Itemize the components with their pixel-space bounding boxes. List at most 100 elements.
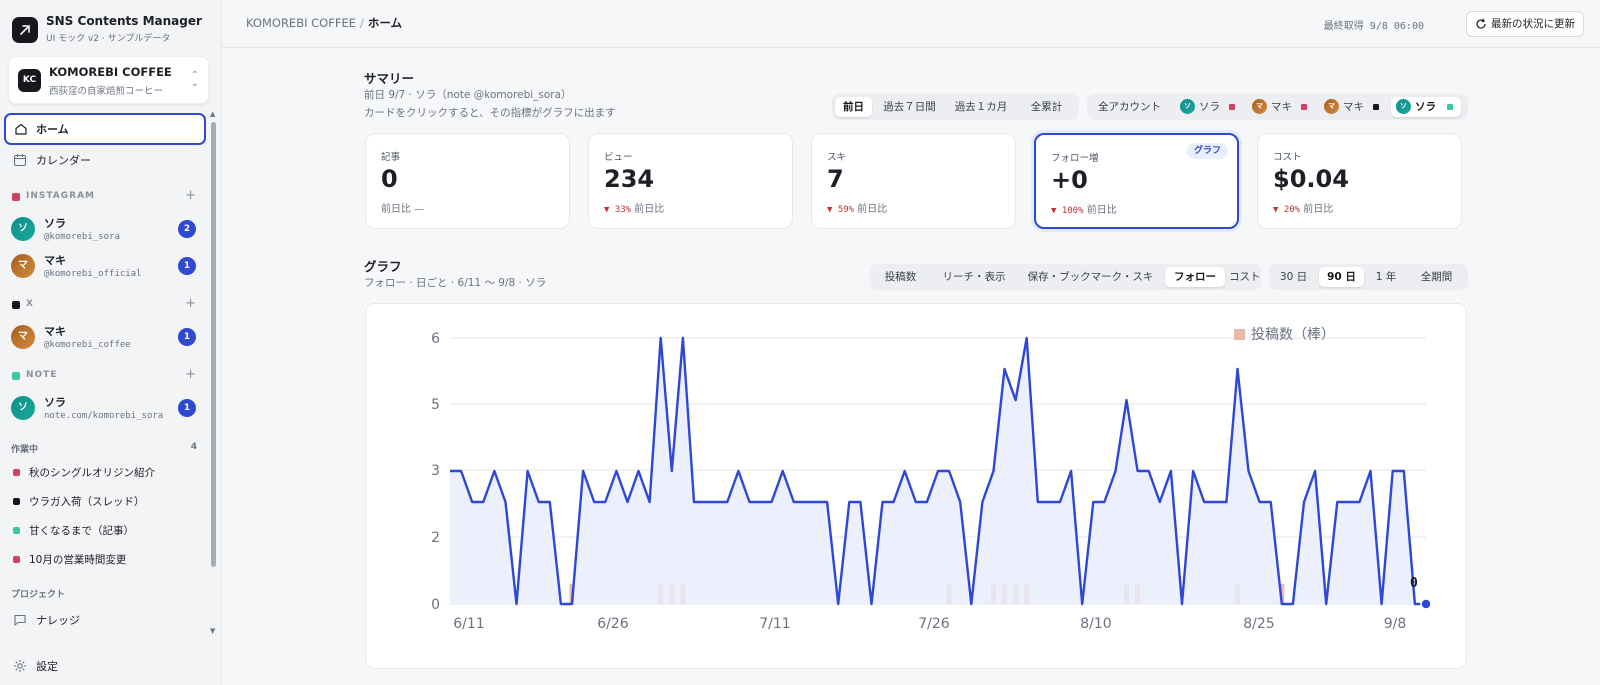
account-row-name: マキ <box>44 325 66 338</box>
account-row-name: ソラ <box>44 217 66 230</box>
metric-label: コスト <box>1273 152 1302 163</box>
task-color-square <box>13 498 20 505</box>
metric-reach-button[interactable]: リーチ・表示 <box>932 267 1016 287</box>
period-1month-button[interactable]: 過去１カ月 <box>947 97 1015 117</box>
graph-subtitle: フォロー · 日ごと · 6/11 〜 9/8 · ソラ <box>364 277 547 289</box>
calendar-icon <box>13 154 27 167</box>
nav-home[interactable]: ホーム <box>4 113 206 145</box>
in-progress-label: 作業中 <box>11 445 39 455</box>
breadcrumb-company[interactable]: KOMOREBI COFFEE <box>246 16 356 30</box>
breadcrumb: KOMOREBI COFFEE / ホーム <box>246 15 402 31</box>
range-30d-button[interactable]: 30 日 <box>1272 267 1315 287</box>
section-x-label: X <box>26 299 34 309</box>
metric-cost-button[interactable]: コスト <box>1229 267 1261 287</box>
filter-account-name: ソラ <box>1199 101 1220 113</box>
metric-card-follows[interactable]: グラフ フォロー増 +0 ▼ 100% 前日比 <box>1034 133 1239 229</box>
account-row-handle: @komorebi_coffee <box>44 340 131 350</box>
avatar: マ <box>1324 99 1339 114</box>
nav-calendar[interactable]: カレンダー <box>4 145 206 177</box>
range-90d-button[interactable]: 90 日 <box>1319 267 1364 287</box>
sidebar-account-sora-note[interactable]: ソ ソラ note.com/komorebi_sora 1 <box>10 392 196 426</box>
chat-bubble-icon <box>14 614 26 626</box>
sidebar-account-maki-instagram[interactable]: マ マキ @komorebi_official 1 <box>10 250 196 284</box>
y-tick-label: 0 <box>431 597 440 613</box>
metric-delta-text: 前日比 — <box>381 204 425 215</box>
metric-card-likes[interactable]: スキ 7 ▼ 59% 前日比 <box>811 133 1016 229</box>
filter-account-sora-instagram[interactable]: ソ ソラ <box>1175 97 1241 117</box>
breadcrumb-separator: / <box>359 16 364 30</box>
app-logo-arrow-icon <box>12 17 38 43</box>
range-selector: 30 日 90 日 1 年 全期間 <box>1269 264 1468 290</box>
metric-delta: ▼ 20% 前日比 <box>1273 200 1333 215</box>
account-switcher[interactable]: KC KOMOREBI COFFEE 西荻窪の自家焙煎コーヒー ⌃ ⌄ <box>8 56 209 104</box>
scroll-down-arrow-icon[interactable]: ▼ <box>210 627 215 635</box>
metric-saves-button[interactable]: 保存・ブックマーク・スキ <box>1020 267 1161 287</box>
task-item[interactable]: 甘くなるまで（記事） <box>13 522 197 540</box>
account-row-name: マキ <box>44 254 66 267</box>
count-badge: 2 <box>178 220 196 238</box>
x-tick-label: 9/8 <box>1384 616 1407 632</box>
metric-card-views[interactable]: ビュー 234 ▼ 33% 前日比 <box>588 133 793 229</box>
add-x-account-icon[interactable]: + <box>185 296 196 311</box>
avatar: ソ <box>11 396 35 420</box>
range-1y-button[interactable]: 1 年 <box>1368 267 1404 287</box>
y-tick-label: 2 <box>431 530 440 546</box>
filter-all-accounts-button[interactable]: 全アカウント <box>1090 97 1169 117</box>
scrollbar-thumb[interactable] <box>211 122 216 567</box>
account-row-name: ソラ <box>44 396 66 409</box>
add-instagram-account-icon[interactable]: + <box>185 188 196 203</box>
nav-home-label: ホーム <box>36 123 69 136</box>
task-item[interactable]: 秋のシングルオリジン紹介 <box>13 464 197 482</box>
nav-settings[interactable]: 設定 <box>4 651 206 683</box>
last-value-label: 0 <box>1410 576 1418 591</box>
chevron-up-down-icon: ⌃ ⌄ <box>190 70 199 89</box>
sidebar-scrollbar[interactable]: ▲ ▼ <box>210 110 218 635</box>
y-tick-label: 3 <box>431 463 440 479</box>
metric-card-cost[interactable]: コスト $0.04 ▼ 20% 前日比 <box>1257 133 1462 229</box>
filter-account-maki-instagram[interactable]: マ マキ <box>1247 97 1313 117</box>
task-color-square <box>13 556 20 563</box>
y-tick-label: 5 <box>431 397 440 413</box>
metric-value: $0.04 <box>1273 165 1349 193</box>
app-brand: SNS Contents Manager UI モック v2 · サンプルデータ <box>12 14 212 46</box>
task-item[interactable]: 10月の営業時間変更 <box>13 551 197 569</box>
metric-value: +0 <box>1051 166 1088 194</box>
last-point-marker <box>1420 598 1432 610</box>
follow-chart-panel: 0 2 3 5 6 6/11 6/26 7/11 7/26 8/10 8/25 9/8 0 投稿数（棒） <box>365 303 1467 669</box>
refresh-icon <box>1476 18 1486 29</box>
nav-knowledge[interactable]: ナレッジ <box>4 605 206 637</box>
refresh-button[interactable]: 最新の状況に更新 <box>1466 11 1584 37</box>
avatar: マ <box>11 254 35 278</box>
section-note: NOTE + <box>12 367 196 383</box>
x-color-square <box>12 301 20 309</box>
metric-label: フォロー増 <box>1051 153 1099 164</box>
metric-posts-button[interactable]: 投稿数 <box>873 267 928 287</box>
task-item[interactable]: ウラガ入荷（スレッド） <box>13 493 197 511</box>
sidebar-account-maki-x[interactable]: マ マキ @komorebi_coffee 1 <box>10 321 196 355</box>
scroll-up-arrow-icon[interactable]: ▲ <box>210 110 215 118</box>
metric-label: 記事 <box>381 152 401 163</box>
graph-tag-badge: グラフ <box>1186 143 1228 159</box>
projects-heading: プロジェクト <box>11 590 66 600</box>
sidebar-account-sora-instagram[interactable]: ソ ソラ @komorebi_sora 2 <box>10 213 196 247</box>
period-7days-button[interactable]: 過去７日間 <box>876 97 943 117</box>
section-instagram-label: INSTAGRAM <box>26 191 96 201</box>
range-all-button[interactable]: 全期間 <box>1408 267 1465 287</box>
filter-account-maki-x[interactable]: マ マキ <box>1319 97 1385 117</box>
period-yesterday-button[interactable]: 前日 <box>835 97 872 117</box>
filter-account-sora-note[interactable]: ソ ソラ <box>1391 97 1461 117</box>
add-note-account-icon[interactable]: + <box>185 367 196 382</box>
account-initials-badge: KC <box>18 69 41 92</box>
metric-label: スキ <box>827 152 847 163</box>
avatar: マ <box>11 325 35 349</box>
filter-account-name: ソラ <box>1415 101 1436 113</box>
account-description: 西荻窪の自家焙煎コーヒー <box>49 86 164 97</box>
summary-title: サマリー <box>364 71 415 86</box>
home-icon <box>15 123 27 135</box>
avatar: マ <box>1252 99 1267 114</box>
period-all-time-button[interactable]: 全累計 <box>1019 97 1074 117</box>
metric-card-articles[interactable]: 記事 0 前日比 — <box>365 133 570 229</box>
metric-value: 0 <box>381 165 398 193</box>
metric-follow-button[interactable]: フォロー <box>1165 267 1225 287</box>
metric-delta-down: ▼ 100% <box>1051 206 1084 216</box>
